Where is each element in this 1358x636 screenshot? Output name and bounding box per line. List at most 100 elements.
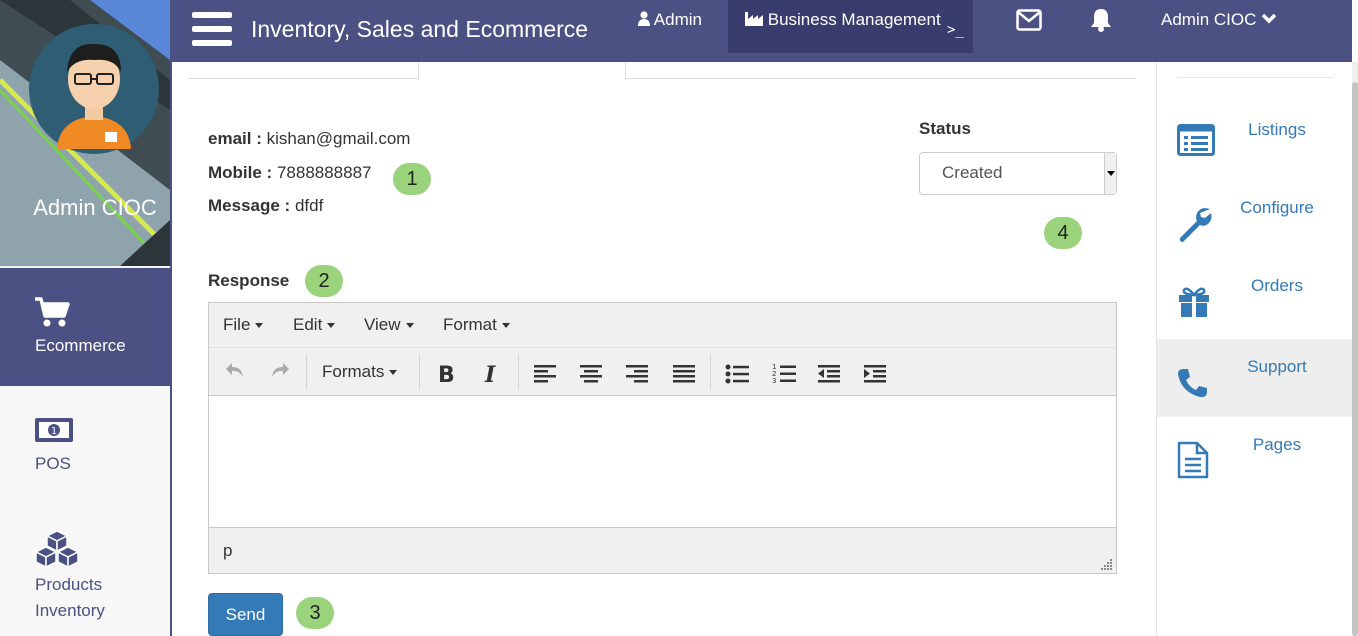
annotation-badge-4: 4 xyxy=(1044,217,1082,249)
indent-icon[interactable] xyxy=(864,365,886,383)
sidebar-item-ecommerce[interactable]: Ecommerce xyxy=(0,268,170,386)
right-sidebar: Listings Configure Orders Support Pages xyxy=(1156,62,1353,636)
user-menu[interactable]: Admin CIOC xyxy=(1161,10,1277,30)
tab-strip xyxy=(188,62,1136,80)
formats-label: Formats xyxy=(322,362,385,381)
right-nav-listings[interactable]: Listings xyxy=(1157,102,1353,180)
envelope-icon[interactable] xyxy=(1016,9,1042,31)
business-management-link[interactable]: Business Management >_ xyxy=(728,0,973,53)
align-left-icon[interactable] xyxy=(534,365,556,383)
numbered-list-icon[interactable]: 123 xyxy=(772,363,796,385)
italic-icon[interactable]: I xyxy=(482,363,502,385)
svg-text:B: B xyxy=(438,363,455,385)
annotation-badge-3: 3 xyxy=(296,597,334,629)
caret-down-icon xyxy=(501,323,510,329)
message-label: Message : xyxy=(208,196,291,215)
status-label: Status xyxy=(919,119,971,138)
cart-icon xyxy=(35,297,70,327)
profile-name: Admin CIOC xyxy=(33,195,157,220)
mobile-value: 7888888887 xyxy=(276,163,372,182)
money-icon: 1 xyxy=(35,418,73,442)
undo-icon[interactable] xyxy=(224,360,246,380)
mobile-label: Mobile : xyxy=(208,163,273,182)
annotation-badge-2: 2 xyxy=(305,265,343,297)
response-label: Response xyxy=(208,271,290,290)
right-nav-label: Orders xyxy=(1251,276,1303,295)
admin-link-label: Admin xyxy=(653,10,702,29)
right-nav-configure[interactable]: Configure xyxy=(1157,180,1353,258)
ticket-message: Message : dfdf xyxy=(208,196,323,216)
align-center-icon[interactable] xyxy=(580,365,602,383)
sidebar-item-products-inventory[interactable]: Products Inventory xyxy=(0,506,170,636)
sidebar-item-label: Products Inventory xyxy=(35,575,105,620)
ticket-mobile: Mobile : 7888888887 xyxy=(208,163,372,183)
rich-text-editor: File Edit View Format Formats B I 1 2 3 … xyxy=(208,302,1117,574)
align-justify-icon[interactable] xyxy=(673,365,695,383)
caret-down-icon xyxy=(327,323,336,329)
align-right-icon[interactable] xyxy=(626,365,648,383)
right-nav-label: Pages xyxy=(1252,435,1302,454)
annotation-badge-1: 1 xyxy=(393,163,431,195)
bold-icon[interactable]: B xyxy=(436,363,456,385)
redo-icon[interactable] xyxy=(269,360,291,380)
cubes-icon xyxy=(34,530,80,568)
email-value: kishan@gmail.com xyxy=(266,129,411,148)
sidebar-item-label: POS xyxy=(35,454,71,473)
scrollbar-thumb[interactable] xyxy=(1352,82,1358,636)
sidebar-item-label: Ecommerce xyxy=(35,336,126,355)
left-sidebar: Admin CIOC Ecommerce 1 POS Products Inve… xyxy=(0,0,172,636)
avatar xyxy=(29,24,159,154)
element-path[interactable]: p xyxy=(223,541,232,561)
right-nav-support[interactable]: Support xyxy=(1157,339,1353,417)
menu-file-label: File xyxy=(223,315,251,334)
status-selected-value: Created xyxy=(942,163,1003,182)
resize-grip-icon[interactable] xyxy=(1101,558,1113,570)
user-menu-label: Admin CIOC xyxy=(1161,10,1257,29)
sidebar-item-pos[interactable]: 1 POS xyxy=(0,386,170,506)
gift-icon xyxy=(1179,287,1209,317)
top-navbar: Inventory, Sales and Ecommerce Admin Bus… xyxy=(172,0,1352,62)
list-icon xyxy=(1177,124,1215,156)
menu-edit[interactable]: Edit xyxy=(293,315,336,335)
admin-link[interactable]: Admin xyxy=(638,10,702,30)
menu-view-label: View xyxy=(364,315,401,334)
editor-statusbar: p xyxy=(209,527,1116,573)
user-icon xyxy=(638,11,650,26)
editor-menubar: File Edit View Format xyxy=(209,303,1116,348)
wrench-icon xyxy=(1179,208,1212,242)
send-button[interactable]: Send xyxy=(208,593,283,636)
svg-text:1: 1 xyxy=(51,426,57,437)
right-nav-label: Configure xyxy=(1240,198,1314,217)
status-select[interactable]: Created xyxy=(919,152,1117,195)
phone-icon xyxy=(1178,369,1207,398)
menu-format[interactable]: Format xyxy=(443,315,510,335)
select-arrow-icon xyxy=(1104,153,1116,194)
right-nav-orders[interactable]: Orders xyxy=(1157,258,1353,336)
right-nav-pages[interactable]: Pages xyxy=(1157,417,1353,495)
bell-icon[interactable] xyxy=(1089,7,1113,33)
menu-edit-label: Edit xyxy=(293,315,323,334)
menu-format-label: Format xyxy=(443,315,497,334)
right-nav-label: Listings xyxy=(1248,120,1306,139)
terminal-cursor: >_ xyxy=(947,22,964,38)
hamburger-menu-icon[interactable] xyxy=(192,12,232,46)
business-link-label: Business Management xyxy=(767,10,941,29)
caret-down-icon xyxy=(255,323,264,329)
editor-toolbar: Formats B I 123 xyxy=(209,348,1116,396)
svg-text:I: I xyxy=(484,363,496,385)
menu-file[interactable]: File xyxy=(223,315,264,335)
caret-down-icon xyxy=(405,323,414,329)
formats-dropdown[interactable]: Formats xyxy=(322,362,398,382)
tab-active[interactable] xyxy=(418,62,626,80)
ticket-email: email : kishan@gmail.com xyxy=(208,129,410,149)
page-scrollbar[interactable] xyxy=(1352,62,1358,636)
svg-text:3: 3 xyxy=(772,377,776,385)
outdent-icon[interactable] xyxy=(818,365,840,383)
menu-view[interactable]: View xyxy=(364,315,414,335)
caret-down-icon xyxy=(389,370,398,376)
industry-icon xyxy=(745,12,763,26)
divider xyxy=(1177,77,1333,78)
chevron-down-icon xyxy=(1261,13,1277,24)
bullet-list-icon[interactable] xyxy=(725,364,749,384)
editor-content-area[interactable] xyxy=(209,397,1116,527)
